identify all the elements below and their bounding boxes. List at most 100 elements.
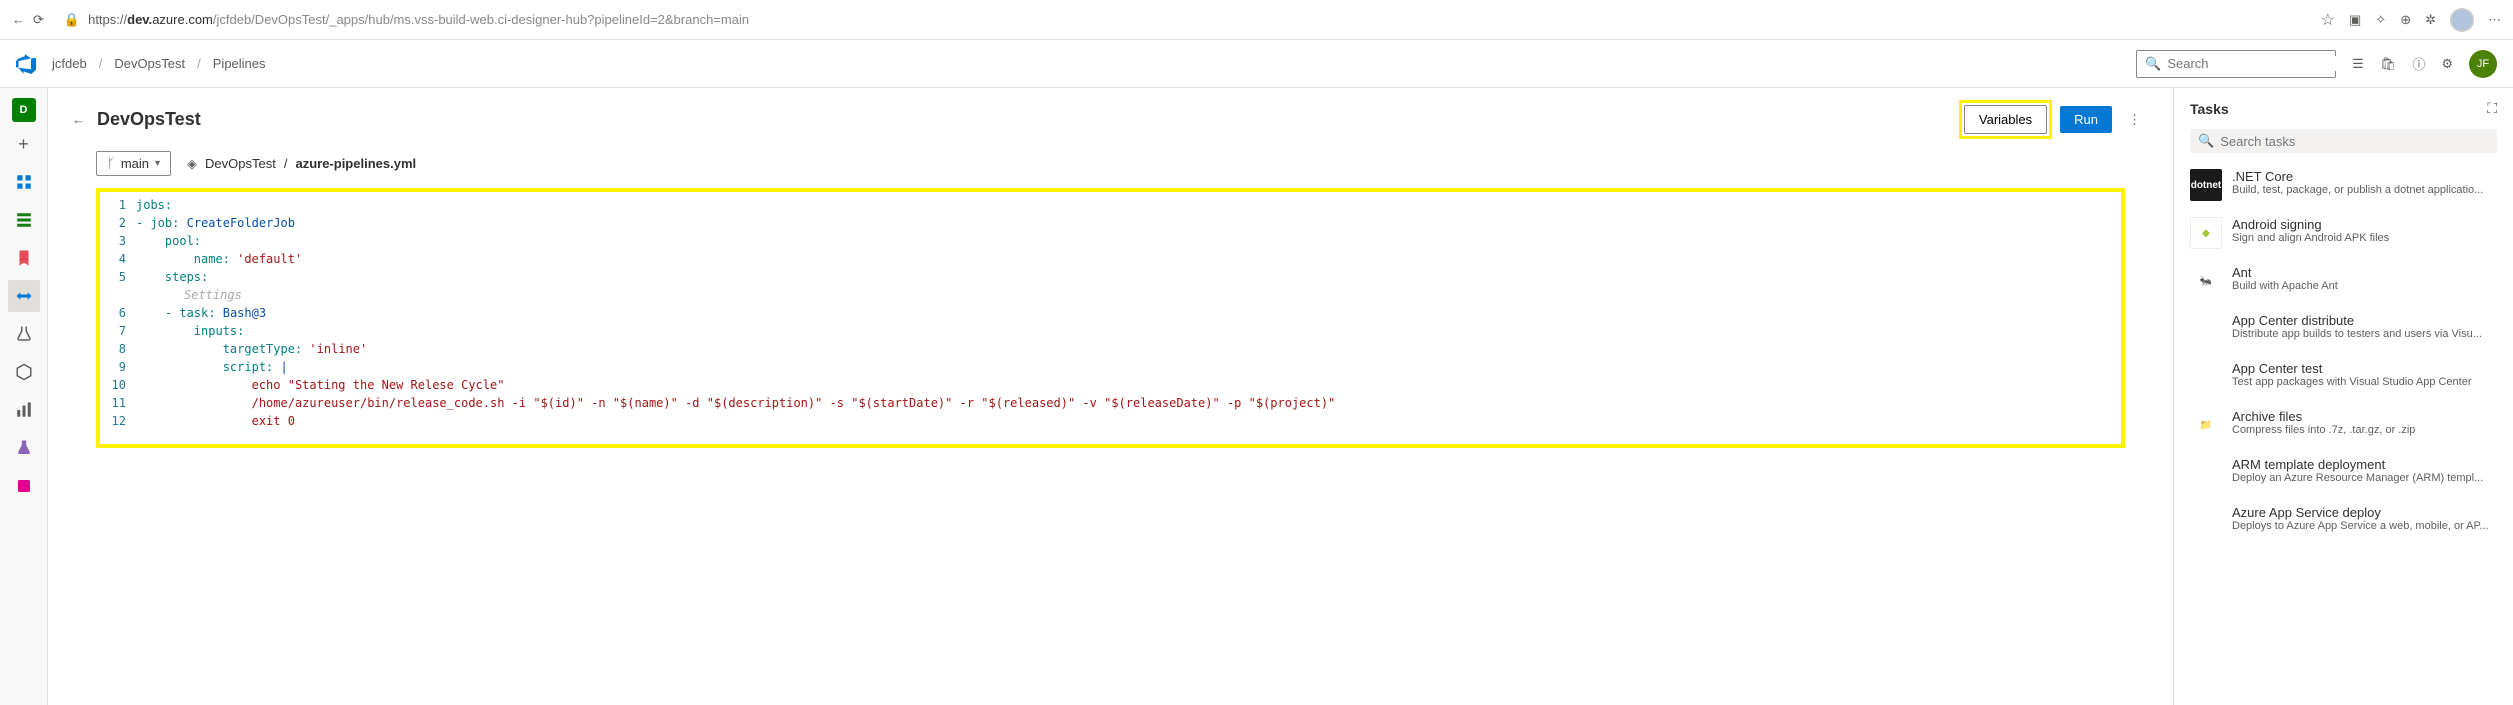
tasks-title: Tasks <box>2190 101 2229 117</box>
task-icon: ◈ <box>2190 313 2222 345</box>
task-name: .NET Core <box>2232 169 2497 184</box>
code-line[interactable]: targetType: 'inline' <box>136 340 2117 358</box>
task-desc: Distribute app builds to testers and use… <box>2232 328 2497 340</box>
chevron-down-icon: ▾ <box>155 158 160 169</box>
extension-icon[interactable]: ⊕ <box>2400 12 2411 28</box>
page-header: ← DevOpsTest Variables Run ⋮ <box>48 88 2173 151</box>
collections-icon[interactable]: ▣ <box>2349 12 2361 28</box>
task-name: App Center distribute <box>2232 313 2497 328</box>
task-search-input[interactable] <box>2220 134 2489 149</box>
code-line[interactable]: jobs: <box>136 196 2117 214</box>
code-line[interactable]: exit 0 <box>136 412 2117 430</box>
project-tile[interactable]: D <box>12 98 36 122</box>
task-desc: Build, test, package, or publish a dotne… <box>2232 184 2497 196</box>
filter-icon[interactable]: ☰ <box>2352 56 2364 72</box>
search-icon: 🔍 <box>2145 56 2161 72</box>
task-icon: ◈ <box>2190 361 2222 393</box>
global-search[interactable]: 🔍 <box>2136 50 2336 78</box>
task-name: Ant <box>2232 265 2497 280</box>
task-icon: 📁 <box>2190 409 2222 441</box>
marketplace-icon[interactable]: 🛍 <box>2380 56 2397 72</box>
task-name: Archive files <box>2232 409 2497 424</box>
nav-overview[interactable] <box>8 166 40 198</box>
lock-icon: 🔒 <box>64 12 80 28</box>
task-item[interactable]: ◆ Android signingSign and align Android A… <box>2174 209 2513 257</box>
task-list: dotnet.NET CoreBuild, test, package, or … <box>2174 161 2513 705</box>
task-icon: 🐜 <box>2190 265 2222 297</box>
run-button[interactable]: Run <box>2060 106 2112 133</box>
addfav-icon[interactable]: ✧ <box>2375 12 2386 28</box>
address-bar[interactable]: 🔒 https://dev.azure.com/jcfdeb/DevOpsTes… <box>56 8 2309 32</box>
task-icon: ◆ <box>2190 217 2222 249</box>
help-icon[interactable]: ⓘ <box>2412 54 2425 73</box>
breadcrumb-org[interactable]: jcfdeb <box>52 56 87 71</box>
nav-pipelines[interactable] <box>8 280 40 312</box>
browser-menu-icon[interactable]: ⋯ <box>2488 12 2501 28</box>
task-item[interactable]: dotnet.NET CoreBuild, test, package, or … <box>2174 161 2513 209</box>
filename: azure-pipelines.yml <box>295 156 416 171</box>
code-line[interactable]: - task: Bash@3 <box>136 304 2117 322</box>
breadcrumb-section[interactable]: Pipelines <box>213 56 266 71</box>
variables-button[interactable]: Variables <box>1964 105 2047 134</box>
nav-ext1[interactable] <box>8 432 40 464</box>
tasks-panel: Tasks ⛶ 🔍 dotnet.NET CoreBuild, test, pa… <box>2173 88 2513 705</box>
code-line[interactable]: script: | <box>136 358 2117 376</box>
code-line[interactable]: echo "Stating the New Relese Cycle" <box>136 376 2117 394</box>
task-name: Android signing <box>2232 217 2497 232</box>
task-desc: Sign and align Android APK files <box>2232 232 2497 244</box>
nav-ext2[interactable] <box>8 470 40 502</box>
nav-testplans[interactable] <box>8 318 40 350</box>
task-icon: ▦ <box>2190 457 2222 489</box>
task-desc: Deploys to Azure App Service a web, mobi… <box>2232 520 2497 532</box>
task-item[interactable]: ◆Azure App Service deployDeploys to Azur… <box>2174 497 2513 545</box>
file-path: ◈ DevOpsTest / azure-pipelines.yml <box>187 156 416 172</box>
task-item[interactable]: ◈ App Center testTest app packages with V… <box>2174 353 2513 401</box>
ado-header: jcfdeb / DevOpsTest / Pipelines 🔍 ☰ 🛍 ⓘ … <box>0 40 2513 88</box>
code-line[interactable]: inputs: <box>136 322 2117 340</box>
add-icon[interactable]: + <box>8 128 40 160</box>
azure-devops-logo[interactable] <box>16 54 36 74</box>
back-arrow[interactable]: ← <box>72 112 85 127</box>
task-item[interactable]: ◈ App Center distributeDistribute app bui… <box>2174 305 2513 353</box>
yaml-editor[interactable]: 123456789101112 jobs:- job: CreateFolder… <box>104 196 2117 430</box>
branch-name: main <box>121 156 149 171</box>
branch-icon: ᚴ <box>107 156 115 171</box>
code-line[interactable]: /home/azureuser/bin/release_code.sh -i "… <box>136 394 2117 412</box>
branch-selector[interactable]: ᚴ main ▾ <box>96 151 171 176</box>
left-sidebar: D + <box>0 88 48 705</box>
task-item[interactable]: 📁 Archive filesCompress files into .7z, .… <box>2174 401 2513 449</box>
browser-bar: ← ⟳ 🔒 https://dev.azure.com/jcfdeb/DevOp… <box>0 0 2513 40</box>
search-input[interactable] <box>2167 56 2343 71</box>
repo-icon: ◈ <box>187 156 197 172</box>
nav-analytics[interactable] <box>8 394 40 426</box>
task-item[interactable]: ▦ARM template deploymentDeploy an Azure … <box>2174 449 2513 497</box>
code-line[interactable]: steps: <box>136 268 2117 286</box>
repo-link[interactable]: DevOpsTest <box>205 156 276 171</box>
reload-icon[interactable]: ⟳ <box>33 12 44 28</box>
settings-icon[interactable]: ⚙ <box>2441 56 2453 72</box>
nav-artifacts[interactable] <box>8 356 40 388</box>
more-menu-icon[interactable]: ⋮ <box>2120 108 2149 132</box>
task-name: Azure App Service deploy <box>2232 505 2497 520</box>
fullscreen-icon[interactable]: ⛶ <box>2487 100 2497 117</box>
user-avatar[interactable]: JF <box>2469 50 2497 78</box>
task-search[interactable]: 🔍 <box>2190 129 2497 153</box>
nav-repos[interactable] <box>8 242 40 274</box>
puzzle-icon[interactable]: ✲ <box>2425 12 2436 28</box>
breadcrumb-project[interactable]: DevOpsTest <box>114 56 185 71</box>
task-desc: Compress files into .7z, .tar.gz, or .zi… <box>2232 424 2497 436</box>
task-desc: Build with Apache Ant <box>2232 280 2497 292</box>
task-item[interactable]: 🐜 AntBuild with Apache Ant <box>2174 257 2513 305</box>
back-icon[interactable]: ← <box>12 12 25 28</box>
task-desc: Test app packages with Visual Studio App… <box>2232 376 2497 388</box>
task-name: App Center test <box>2232 361 2497 376</box>
nav-boards[interactable] <box>8 204 40 236</box>
code-line[interactable]: Settings <box>136 286 2117 304</box>
line-gutter: 123456789101112 <box>104 196 136 430</box>
favorite-icon[interactable]: ☆ <box>2321 10 2335 30</box>
code-line[interactable]: - job: CreateFolderJob <box>136 214 2117 232</box>
code-line[interactable]: pool: <box>136 232 2117 250</box>
task-desc: Deploy an Azure Resource Manager (ARM) t… <box>2232 472 2497 484</box>
code-line[interactable]: name: 'default' <box>136 250 2117 268</box>
browser-profile[interactable] <box>2450 8 2474 32</box>
